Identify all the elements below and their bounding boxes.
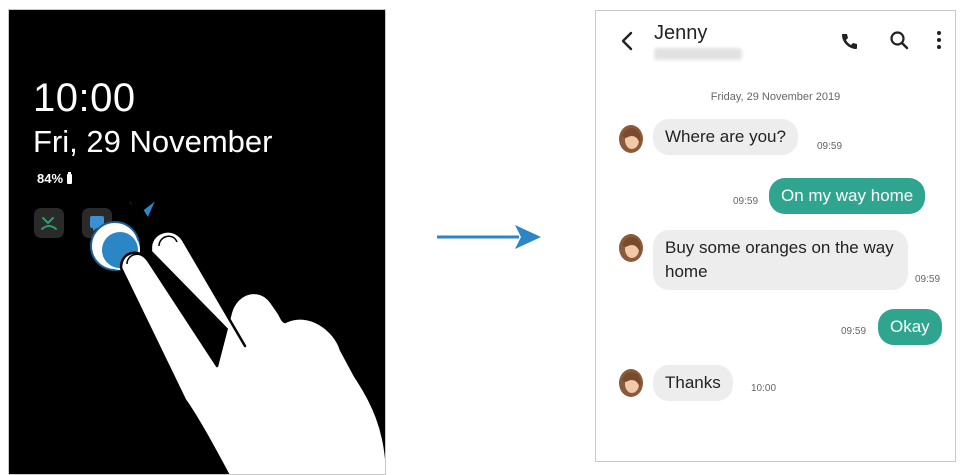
conversation-date-header: Friday, 29 November 2019	[710, 91, 841, 103]
double-tap-gesture-illustration	[90, 197, 385, 474]
more-options-icon[interactable]	[929, 29, 949, 51]
contact-avatar[interactable]	[618, 233, 644, 263]
message-bubble-incoming[interactable]: Where are you?	[653, 119, 798, 155]
always-on-display-screen: 10:00 Fri, 29 November 84%	[8, 9, 386, 475]
message-timestamp: 09:59	[915, 274, 941, 285]
message-bubble-outgoing[interactable]: Okay	[878, 309, 942, 345]
contact-avatar[interactable]	[618, 124, 644, 154]
phone-call-icon[interactable]	[839, 31, 859, 51]
contact-avatar[interactable]	[618, 368, 644, 398]
messages-conversation-screen: Jenny Friday, 29 November 2019 Where are…	[595, 10, 956, 462]
message-timestamp: 09:59	[841, 326, 867, 337]
tap-mark-left	[126, 197, 138, 216]
search-icon[interactable]	[889, 30, 909, 50]
message-timestamp: 10:00	[751, 383, 777, 394]
message-timestamp: 09:59	[733, 196, 759, 207]
message-bubble-incoming[interactable]: Thanks	[653, 365, 733, 401]
hand-palm	[119, 251, 385, 474]
contact-name: Jenny	[654, 22, 708, 44]
message-bubble-incoming[interactable]: Buy some oranges on the way home	[653, 230, 908, 290]
contact-number-blurred	[654, 48, 742, 60]
transition-arrow-icon	[437, 225, 541, 249]
message-timestamp: 09:59	[817, 141, 843, 152]
conversation-app-bar: Jenny	[596, 11, 955, 71]
message-bubble-outgoing[interactable]: On my way home	[769, 178, 926, 214]
tap-mark-right	[142, 199, 157, 220]
back-arrow-icon[interactable]	[618, 30, 636, 52]
